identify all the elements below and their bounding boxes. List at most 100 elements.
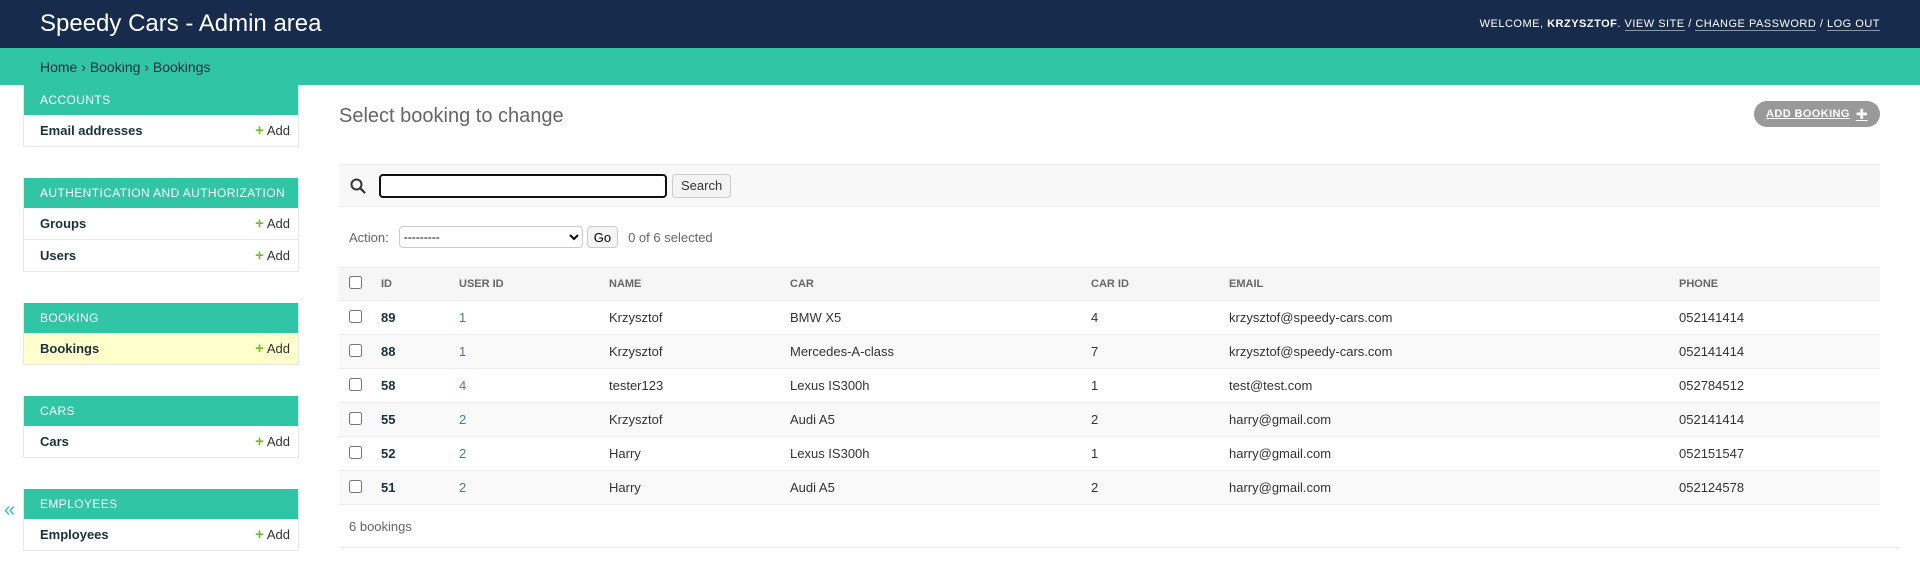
table-row: 51 2 Harry Audi A5 2 harry@gmail.com 052… bbox=[339, 470, 1880, 505]
breadcrumb-current: Bookings bbox=[152, 58, 211, 75]
add-booking-button[interactable]: Add booking ✚ bbox=[1754, 101, 1880, 127]
add-employee-button[interactable]: + Add bbox=[255, 527, 290, 542]
user-id-cell[interactable]: 1 bbox=[451, 334, 601, 369]
id-cell[interactable]: 58 bbox=[373, 368, 451, 403]
module-caption[interactable]: Accounts bbox=[24, 85, 298, 115]
user-id-cell[interactable]: 2 bbox=[451, 470, 601, 505]
row-checkbox[interactable] bbox=[349, 445, 362, 459]
model-link[interactable]: Users bbox=[40, 248, 76, 263]
toggle-sidebar-button[interactable]: « bbox=[4, 499, 15, 522]
table-row: 89 1 Krzysztof BMW X5 4 krzysztof@speedy… bbox=[339, 300, 1880, 335]
user-id-cell[interactable]: 1 bbox=[451, 300, 601, 335]
name-cell: tester123 bbox=[601, 368, 782, 403]
add-user-button[interactable]: + Add bbox=[255, 248, 290, 263]
id-cell[interactable]: 52 bbox=[373, 436, 451, 471]
breadcrumb-separator: › bbox=[81, 58, 86, 75]
breadcrumb-app[interactable]: Booking bbox=[90, 59, 141, 75]
sidebar-item-users: Users + Add bbox=[24, 240, 298, 272]
user-id-cell[interactable]: 2 bbox=[451, 436, 601, 471]
phone-cell: 052141414 bbox=[1671, 334, 1880, 369]
user-tools: Welcome, Krzysztof. View site / Change p… bbox=[1479, 18, 1880, 31]
welcome-text: Welcome, bbox=[1479, 18, 1544, 30]
site-title[interactable]: Speedy Cars - Admin area bbox=[40, 10, 321, 38]
change-password-link[interactable]: Change password bbox=[1695, 18, 1817, 31]
name-cell: Harry bbox=[601, 470, 782, 505]
sidebar-item-employees: Employees + Add bbox=[24, 519, 298, 551]
module-caption[interactable]: Authentication and Authorization bbox=[24, 178, 298, 208]
plus-icon: ✚ bbox=[1855, 106, 1868, 122]
plus-icon: + bbox=[255, 122, 264, 139]
module-caption[interactable]: Cars bbox=[24, 396, 298, 426]
car-cell: Mercedes-A-class bbox=[782, 334, 1083, 369]
model-link[interactable]: Bookings bbox=[40, 341, 99, 356]
row-checkbox[interactable] bbox=[349, 343, 362, 357]
sidebar-item-email-addresses: Email addresses + Add bbox=[24, 115, 298, 147]
car-id-cell: 2 bbox=[1083, 402, 1221, 437]
car-id-cell: 1 bbox=[1083, 368, 1221, 403]
go-button[interactable]: Go bbox=[586, 226, 619, 248]
search-input[interactable] bbox=[379, 173, 667, 198]
model-link[interactable]: Email addresses bbox=[40, 123, 143, 138]
id-cell[interactable]: 55 bbox=[373, 402, 451, 437]
id-cell[interactable]: 89 bbox=[373, 300, 451, 335]
row-checkbox[interactable] bbox=[349, 479, 362, 493]
select-all-checkbox[interactable] bbox=[349, 276, 362, 289]
module-accounts: Accounts Email addresses + Add bbox=[23, 85, 299, 147]
result-list: ID User ID Name Car Car ID Email Phone 8… bbox=[339, 267, 1880, 505]
row-checkbox[interactable] bbox=[349, 309, 362, 323]
user-id-cell[interactable]: 2 bbox=[451, 402, 601, 437]
column-header-email[interactable]: Email bbox=[1221, 267, 1671, 301]
search-button[interactable]: Search bbox=[672, 173, 732, 198]
row-checkbox[interactable] bbox=[349, 411, 362, 425]
name-cell: Harry bbox=[601, 436, 782, 471]
model-link[interactable]: Groups bbox=[40, 216, 86, 231]
search-toolbar: Search bbox=[339, 164, 1880, 207]
plus-icon: + bbox=[255, 247, 264, 264]
car-id-cell: 4 bbox=[1083, 300, 1221, 335]
username: Krzysztof bbox=[1547, 18, 1618, 30]
breadcrumb-home[interactable]: Home bbox=[40, 59, 77, 75]
model-link[interactable]: Cars bbox=[40, 434, 69, 449]
column-header-car-id[interactable]: Car ID bbox=[1083, 267, 1221, 301]
plus-icon: + bbox=[255, 433, 264, 450]
add-label: Add bbox=[266, 434, 290, 449]
model-link[interactable]: Employees bbox=[40, 527, 109, 542]
column-header-name[interactable]: Name bbox=[601, 267, 782, 301]
car-cell: Lexus IS300h bbox=[782, 368, 1083, 403]
module-caption[interactable]: Booking bbox=[24, 303, 298, 333]
phone-cell: 052151547 bbox=[1671, 436, 1880, 471]
plus-icon: + bbox=[255, 215, 264, 232]
car-cell: Audi A5 bbox=[782, 402, 1083, 437]
car-id-cell: 7 bbox=[1083, 334, 1221, 369]
column-header-phone[interactable]: Phone bbox=[1671, 267, 1880, 301]
row-select-cell bbox=[339, 368, 373, 403]
email-cell: krzysztof@speedy-cars.com bbox=[1221, 300, 1671, 335]
name-cell: Krzysztof bbox=[601, 334, 782, 369]
add-booking-sidebar-button[interactable]: + Add bbox=[255, 341, 290, 356]
user-id-cell[interactable]: 4 bbox=[451, 368, 601, 403]
breadcrumb-separator: › bbox=[144, 58, 149, 75]
id-cell[interactable]: 88 bbox=[373, 334, 451, 369]
phone-cell: 052124578 bbox=[1671, 470, 1880, 505]
add-car-button[interactable]: + Add bbox=[255, 434, 290, 449]
table-row: 55 2 Krzysztof Audi A5 2 harry@gmail.com… bbox=[339, 402, 1880, 437]
add-email-address-button[interactable]: + Add bbox=[255, 123, 290, 138]
column-header-user-id[interactable]: User ID bbox=[451, 267, 601, 301]
add-label: Add bbox=[266, 248, 290, 263]
select-all-header bbox=[339, 267, 373, 301]
column-header-id[interactable]: ID bbox=[373, 267, 451, 301]
table-row: 52 2 Harry Lexus IS300h 1 harry@gmail.co… bbox=[339, 436, 1880, 471]
sidebar-item-bookings: Bookings + Add bbox=[24, 333, 298, 365]
row-select-cell bbox=[339, 470, 373, 505]
log-out-link[interactable]: Log out bbox=[1826, 18, 1880, 31]
actions-bar: Action: --------- Go 0 of 6 selected bbox=[339, 207, 1880, 267]
car-id-cell: 2 bbox=[1083, 470, 1221, 505]
view-site-link[interactable]: View site bbox=[1624, 18, 1685, 31]
action-select[interactable]: --------- bbox=[398, 226, 583, 248]
module-caption[interactable]: Employees bbox=[24, 489, 298, 519]
id-cell[interactable]: 51 bbox=[373, 470, 451, 505]
module-booking: Booking Bookings + Add bbox=[23, 303, 299, 365]
add-group-button[interactable]: + Add bbox=[255, 216, 290, 231]
column-header-car[interactable]: Car bbox=[782, 267, 1083, 301]
row-checkbox[interactable] bbox=[349, 377, 362, 391]
